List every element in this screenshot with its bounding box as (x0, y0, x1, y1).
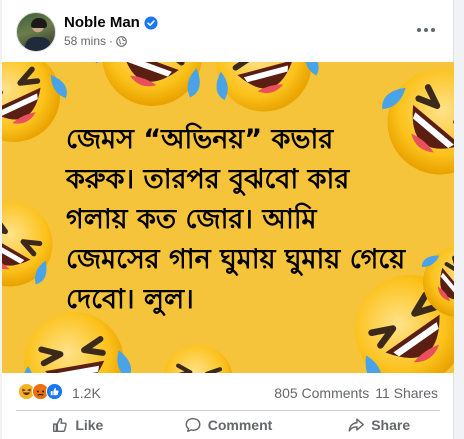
post-card: Noble Man 58 mins · জেমস “অভিনয়” কভার ক… (2, 0, 454, 439)
globe-icon (116, 35, 127, 47)
comment-icon (185, 417, 201, 433)
author-row: Noble Man (64, 14, 158, 31)
post-meta: 58 mins · (64, 34, 127, 48)
shares-count[interactable]: 11 Shares (375, 385, 438, 401)
laughing-emoji-icon (83, 62, 221, 122)
comment-label: Comment (207, 417, 273, 433)
like-button[interactable]: Like (2, 411, 153, 439)
share-label: Share (371, 417, 411, 433)
post-header: Noble Man 58 mins · (2, 0, 454, 62)
like-reaction-icon (46, 383, 63, 400)
laughing-emoji-icon (2, 184, 72, 304)
laughing-emoji-icon (156, 342, 239, 373)
like-label: Like (75, 417, 104, 433)
verified-badge-icon (144, 15, 158, 30)
reaction-icons[interactable] (18, 383, 63, 400)
post-text: জেমস “অভিনয়” কভার করুক। তারপর বুঝবো কার… (66, 124, 406, 315)
laughing-emoji-icon (201, 62, 327, 123)
post-stats: 1.2K 805 Comments 11 Shares (2, 373, 454, 411)
engagement-counts: 805 Comments 11 Shares (274, 385, 438, 401)
action-bar: Like Comment Share (2, 411, 454, 439)
like-icon (53, 417, 68, 433)
meta-separator: · (109, 34, 114, 48)
more-options-icon[interactable] (414, 20, 438, 40)
share-button[interactable]: Share (303, 411, 454, 439)
post-image[interactable]: জেমস “অভিনয়” কভার করুক। তারপর বুঝবো কার… (2, 62, 454, 373)
share-icon (348, 418, 365, 432)
author-name[interactable]: Noble Man (64, 14, 140, 31)
reaction-count[interactable]: 1.2K (72, 385, 101, 401)
comments-count[interactable]: 805 Comments (274, 385, 369, 401)
avatar[interactable] (16, 12, 56, 52)
post-time[interactable]: 58 mins (64, 34, 106, 48)
comment-button[interactable]: Comment (153, 411, 304, 439)
